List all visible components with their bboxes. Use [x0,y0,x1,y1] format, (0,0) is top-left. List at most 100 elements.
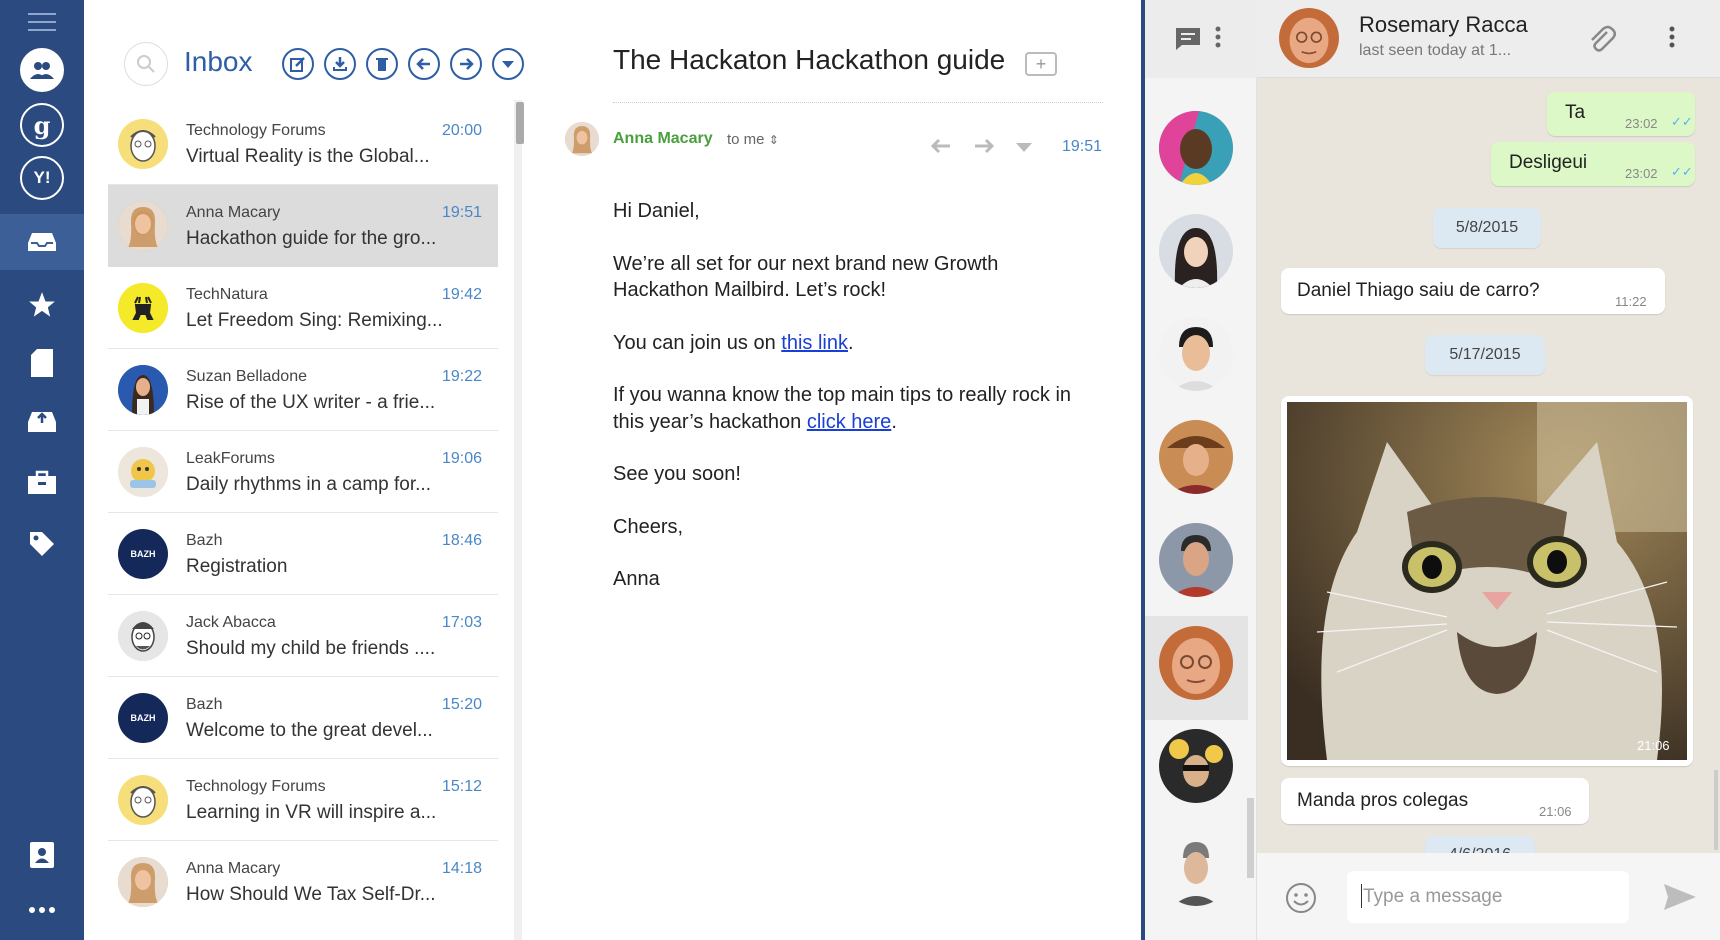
message-text: Desligeui [1509,152,1588,173]
paragraph: We’re all set for our next brand new Gro… [613,252,999,302]
delete-button[interactable] [366,48,398,80]
message-text: Daniel Thiago saiu de carro? [1297,280,1540,301]
date-separator: 5/8/2015 [1433,208,1541,248]
reply-icon[interactable] [930,134,952,160]
message-row-selected[interactable]: Anna Macary 19:51 Hackathon guide for th… [108,185,498,267]
contact-avatar[interactable] [1159,523,1233,597]
contact-avatar[interactable] [1159,729,1233,803]
download-button[interactable] [324,48,356,80]
emoji-icon[interactable] [1285,882,1317,919]
message-bubble-incoming[interactable]: Manda pros colegas 21:06 [1281,778,1589,824]
message-row[interactable]: BAZH Bazh 18:46 Registration [108,513,498,595]
recipient-label[interactable]: to me ⇕ [727,131,779,148]
contacts-scrollbar[interactable] [1247,798,1254,878]
message-time: 11:22 [1615,294,1647,309]
contact-name: Rosemary Racca [1359,12,1528,37]
message-row[interactable]: BAZH Bazh 15:20 Welcome to the great dev… [108,677,498,759]
sender: LeakForums [186,450,275,467]
recipient-text: to me [727,131,765,148]
compose-icon [290,57,305,72]
send-icon[interactable] [1663,883,1697,916]
message-row[interactable]: Suzan Belladone 19:22 Rise of the UX wri… [108,349,498,431]
search-button[interactable] [124,42,168,86]
image-message[interactable]: 21:06 [1281,396,1693,766]
message-bubble-incoming[interactable]: Daniel Thiago saiu de carro? 11:22 [1281,268,1665,314]
contact-avatar[interactable] [1159,317,1233,391]
drafts-icon[interactable] [0,346,84,380]
message-row[interactable]: Technology Forums 15:12 Learning in VR w… [108,759,498,841]
message-time: 21:06 [1637,738,1670,753]
cat-photo [1287,402,1687,760]
subject: Learning in VR will inspire a... [186,802,437,823]
forward-icon[interactable] [973,134,995,160]
message-row[interactable]: Jack Abacca 17:03 Should my child be fri… [108,595,498,677]
message-bubble-outgoing[interactable]: Ta 23:02 ✓✓ [1547,92,1695,136]
subject: Daily rhythms in a camp for... [186,474,431,495]
contact-avatar[interactable] [1279,8,1339,68]
email-time: 19:51 [1062,138,1103,155]
read-receipt-icon: ✓✓ [1671,114,1693,129]
message-input[interactable]: Type a message [1347,871,1629,923]
message-row[interactable]: Anna Macary 14:18 How Should We Tax Self… [108,841,498,923]
contacts-icon[interactable] [0,838,84,872]
chat-scrollbar[interactable] [1714,770,1718,850]
message-text: Manda pros colegas [1297,790,1469,811]
menu-dots-icon[interactable] [1669,26,1675,53]
message-bubble-outgoing[interactable]: Desligeui 23:02 ✓✓ [1491,142,1695,186]
subject: Should my child be friends .... [186,638,436,659]
read-receipt-icon: ✓✓ [1671,164,1693,179]
contact-avatar-selected[interactable] [1159,626,1233,700]
menu-dots-icon[interactable] [1215,26,1221,53]
timestamp: 14:18 [441,860,482,877]
yahoo-account-icon[interactable]: Y! [0,153,84,203]
download-icon [333,57,347,71]
whatsapp-contacts [1145,0,1257,940]
subject: Hackathon guide for the gro... [186,228,437,249]
add-tag-icon[interactable]: + [1025,52,1057,76]
avatar [118,283,168,333]
archive-icon[interactable] [0,465,84,499]
paperclip-icon[interactable] [1587,24,1617,59]
hamburger-icon[interactable] [0,8,84,36]
message-row[interactable]: Technology Forums 20:00 Virtual Reality … [108,103,498,185]
message-row[interactable]: LeakForums 19:06 Daily rhythms in a camp… [108,431,498,513]
reply-button[interactable] [408,48,440,80]
date-separator: 4/6/2016 [1425,836,1535,853]
message-input-placeholder: Type a message [1363,886,1503,907]
tag-icon[interactable] [0,526,84,562]
email-body: Hi Daniel, We’re all set for our next br… [613,198,1073,619]
avatar: BAZH [118,529,168,579]
unified-accounts-icon[interactable] [0,45,84,95]
signature: Anna [613,568,660,590]
sender-name[interactable]: Anna Macary [613,130,713,148]
avatar [118,447,168,497]
timestamp: 20:00 [441,122,482,139]
expand-recipients-icon[interactable]: ⇕ [769,133,779,147]
compose-button[interactable] [282,48,314,80]
more-actions-button[interactable] [492,48,524,80]
sender: TechNatura [186,286,268,303]
sender: Anna Macary [186,860,281,877]
forward-button[interactable] [450,48,482,80]
more-icon[interactable] [0,898,84,922]
click-here-link[interactable]: click here [807,411,891,433]
google-account-icon[interactable]: g [0,100,84,150]
contact-avatar[interactable] [1159,214,1233,288]
star-icon[interactable] [0,288,84,322]
subject: Virtual Reality is the Global... [186,146,430,167]
message-time: 23:02 [1625,166,1658,181]
contact-avatar[interactable] [1159,832,1233,906]
timestamp: 18:46 [441,532,482,549]
list-scrollbar-thumb[interactable] [516,102,524,144]
contact-avatar[interactable] [1159,111,1233,185]
chevron-down-icon[interactable] [1015,134,1033,160]
message-row[interactable]: TechNatura 19:42 Let Freedom Sing: Remix… [108,267,498,349]
contact-avatar[interactable] [1159,420,1233,494]
this-link[interactable]: this link [781,332,848,354]
sent-icon[interactable] [0,405,84,439]
avatar [118,611,168,661]
list-scrollbar-track[interactable] [514,100,522,940]
chat-icon[interactable] [1175,27,1201,56]
inbox-icon[interactable] [0,214,84,270]
paragraph: You can join us on this link. [613,331,854,354]
